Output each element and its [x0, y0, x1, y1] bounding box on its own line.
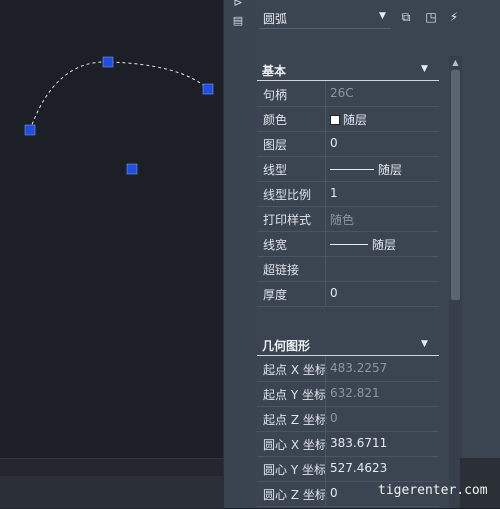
- section-title: 基本: [262, 64, 287, 78]
- prop-row-linetype[interactable]: 线型 随层: [257, 156, 439, 182]
- drawing-canvas[interactable]: [0, 0, 223, 508]
- prop-row-handle: 句柄 26C: [257, 81, 439, 107]
- prop-label: 圆心 Z 坐标: [263, 488, 327, 502]
- lineweight-preview-icon: [330, 244, 368, 245]
- section-basic-header[interactable]: 基本 ▼: [257, 58, 439, 81]
- pin-icon[interactable]: ⊳: [230, 0, 246, 10]
- arc-center-grip: [126, 163, 138, 175]
- prop-row-center-y[interactable]: 圆心 Y 坐标 527.4623: [257, 456, 439, 482]
- section-geometry-header[interactable]: 几何图形 ▼: [257, 333, 439, 356]
- prop-value: 26C: [330, 86, 354, 100]
- prop-label: 图层: [263, 138, 288, 152]
- object-type-value: 圆弧: [263, 12, 288, 26]
- prop-value: 随层: [343, 113, 368, 127]
- prop-value[interactable]: 527.4623: [330, 461, 387, 475]
- arc-drawing[interactable]: [0, 0, 223, 460]
- prop-row-lineweight[interactable]: 线宽 随层: [257, 231, 439, 257]
- prop-value[interactable]: 1: [330, 186, 338, 200]
- prop-row-layer[interactable]: 图层 0: [257, 131, 439, 157]
- prop-value-wrap[interactable]: 随层: [330, 161, 402, 178]
- prop-row-center-x[interactable]: 圆心 X 坐标 383.6711: [257, 431, 439, 457]
- select-objects-icon[interactable]: ◳: [422, 8, 440, 26]
- panel-menu-icon[interactable]: ▤: [230, 14, 246, 28]
- quick-select-icon[interactable]: ⧉: [397, 8, 415, 26]
- prop-value[interactable]: 0: [330, 286, 338, 300]
- prop-value-wrap[interactable]: 随层: [330, 236, 396, 253]
- chevron-down-icon[interactable]: ▼: [421, 339, 428, 349]
- prop-label: 超链接: [263, 263, 300, 277]
- prop-label: 颜色: [263, 113, 288, 127]
- section-title: 几何图形: [262, 339, 311, 353]
- arc-mid-grip: [102, 56, 114, 68]
- prop-row-hyperlink[interactable]: 超链接: [257, 256, 439, 282]
- scroll-up-icon[interactable]: ▲: [449, 56, 462, 70]
- prop-row-start-y: 起点 Y 坐标 632.821: [257, 381, 439, 407]
- prop-row-plot-style: 打印样式 随色: [257, 206, 439, 232]
- watermark-text: tigerenter.com: [378, 483, 488, 498]
- prop-value: 483.2257: [330, 361, 388, 375]
- prop-row-start-z: 起点 Z 坐标 0: [257, 406, 439, 432]
- arc-end-grip: [202, 83, 214, 95]
- chevron-down-icon: ▼: [379, 11, 386, 21]
- panel-scrollbar[interactable]: ▲: [449, 56, 462, 508]
- prop-label: 线型比例: [263, 188, 312, 202]
- prop-label: 起点 X 坐标: [263, 363, 327, 377]
- palette-side-bar: ⊳ ▤: [223, 0, 252, 508]
- prop-value-wrap[interactable]: 随层: [330, 111, 367, 128]
- prop-label: 圆心 Y 坐标: [263, 463, 326, 477]
- prop-value: 随层: [372, 238, 397, 252]
- prop-value: 随层: [378, 163, 403, 177]
- chevron-down-icon[interactable]: ▼: [421, 64, 428, 74]
- prop-value[interactable]: 383.6711: [330, 436, 387, 450]
- toggle-pickadd-icon[interactable]: ⚡: [445, 8, 463, 26]
- prop-row-thickness[interactable]: 厚度 0: [257, 281, 439, 307]
- prop-row-color[interactable]: 颜色 随层: [257, 106, 439, 132]
- prop-label: 线宽: [263, 238, 288, 252]
- prop-label: 起点 Z 坐标: [263, 413, 327, 427]
- object-type-dropdown[interactable]: 圆弧 ▼: [259, 6, 391, 29]
- prop-value: 随色: [330, 213, 355, 227]
- command-line[interactable]: [0, 476, 223, 508]
- prop-row-linetype-scale[interactable]: 线型比例 1: [257, 181, 439, 207]
- scroll-thumb[interactable]: [451, 70, 460, 300]
- prop-label: 圆心 X 坐标: [263, 438, 327, 452]
- arc-entity: [29, 61, 209, 131]
- color-swatch-icon: [330, 115, 340, 125]
- prop-label: 打印样式: [263, 213, 312, 227]
- linetype-preview-icon: [330, 169, 374, 170]
- prop-label: 线型: [263, 163, 288, 177]
- prop-label: 起点 Y 坐标: [263, 388, 326, 402]
- arc-start-grip: [24, 124, 36, 136]
- prop-label: 厚度: [263, 288, 288, 302]
- prop-value: 0: [330, 411, 338, 425]
- prop-value[interactable]: 0: [330, 136, 338, 150]
- prop-label: 句柄: [263, 88, 288, 102]
- prop-value: 632.821: [330, 386, 380, 400]
- prop-value[interactable]: 0: [330, 486, 338, 500]
- prop-row-start-x: 起点 X 坐标 483.2257: [257, 356, 439, 382]
